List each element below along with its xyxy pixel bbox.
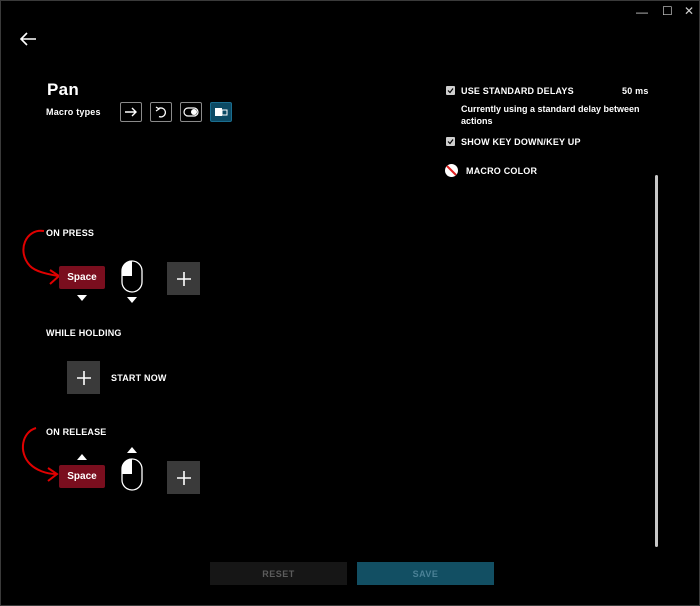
macro-type-toggle-button[interactable] [180, 102, 202, 122]
macro-color-swatch-icon[interactable] [444, 163, 459, 178]
use-standard-delays-checkbox[interactable] [446, 86, 455, 95]
minimize-icon[interactable]: — [636, 5, 648, 19]
sequence-icon [215, 108, 228, 116]
mouse-left-click-icon[interactable] [120, 259, 144, 294]
save-button[interactable]: SAVE [357, 562, 494, 585]
use-standard-delays-label: USE STANDARD DELAYS [461, 86, 574, 96]
macro-types-label: Macro types [46, 107, 101, 117]
page-title: Pan [47, 80, 80, 99]
repeat-icon [155, 106, 167, 118]
close-icon[interactable]: ✕ [684, 4, 694, 18]
on-press-space-key-button[interactable]: Space [59, 266, 105, 289]
on-press-add-button[interactable] [167, 262, 200, 295]
plus-icon [176, 470, 191, 485]
mouse-down-indicator-icon [127, 297, 137, 303]
scrollbar[interactable] [655, 175, 658, 547]
delay-description: Currently using a standard delay between… [461, 104, 640, 126]
key-up-indicator-icon [77, 454, 87, 460]
macro-color-label[interactable]: MACRO COLOR [466, 166, 537, 176]
on-release-add-button[interactable] [167, 461, 200, 494]
window-frame [0, 0, 700, 606]
mouse-up-indicator-icon [127, 447, 137, 453]
plus-icon [176, 271, 191, 286]
delay-value: 50 ms [622, 86, 649, 96]
on-release-space-key-button[interactable]: Space [59, 465, 105, 488]
plus-icon [76, 370, 91, 385]
macro-type-repeat-button[interactable] [150, 102, 172, 122]
mouse-left-click-icon[interactable] [120, 457, 144, 492]
arrow-right-icon [125, 107, 137, 117]
start-now-label[interactable]: START NOW [111, 373, 167, 383]
while-holding-label: WHILE HOLDING [46, 328, 122, 338]
reset-button[interactable]: RESET [210, 562, 347, 585]
checkmark-icon [447, 88, 454, 94]
key-down-indicator-icon [77, 295, 87, 301]
back-arrow-icon[interactable] [20, 32, 38, 46]
while-holding-add-button[interactable] [67, 361, 100, 394]
macro-type-no-repeat-button[interactable] [120, 102, 142, 122]
macro-type-sequence-button[interactable] [210, 102, 232, 122]
maximize-icon[interactable]: ☐ [662, 4, 673, 18]
toggle-icon [183, 107, 199, 117]
checkmark-icon [447, 139, 454, 145]
show-key-down-up-checkbox[interactable] [446, 137, 455, 146]
show-key-down-up-label: SHOW KEY DOWN/KEY UP [461, 137, 581, 147]
